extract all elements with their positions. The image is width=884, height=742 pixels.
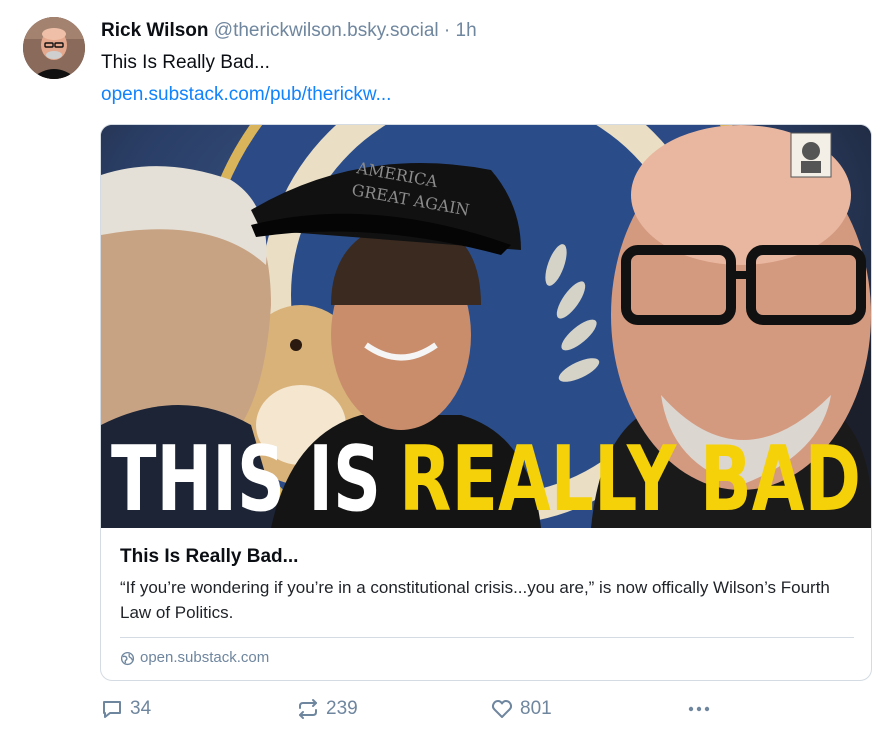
like-button[interactable]: 801: [490, 697, 552, 721]
like-count: 801: [520, 698, 552, 719]
post-link[interactable]: open.substack.com/pub/therickw...: [101, 82, 391, 108]
globe-icon: [120, 651, 135, 666]
card-description: “If you’re wondering if you’re in a cons…: [120, 578, 830, 622]
avatar[interactable]: [23, 17, 85, 79]
heart-icon: [490, 697, 514, 721]
repost-icon: [296, 697, 320, 721]
post: Rick Wilson @therickwilson.bsky.social ·…: [0, 0, 884, 742]
separator-dot: ·: [443, 20, 451, 41]
author-handle[interactable]: @therickwilson.bsky.social: [214, 20, 439, 41]
card-domain: open.substack.com: [120, 647, 269, 669]
thumbnail-headline-white: THIS IS: [111, 427, 381, 528]
author-name[interactable]: Rick Wilson: [101, 20, 209, 41]
reply-count: 34: [130, 698, 152, 719]
post-text: This Is Really Bad...: [101, 52, 270, 73]
card-title: This Is Really Bad...: [120, 546, 299, 567]
reply-button[interactable]: 34: [100, 697, 151, 721]
link-preview-card[interactable]: AMERICA GREAT AGAIN THIS IS REALLY BAD T…: [100, 124, 872, 681]
card-domain-text: open.substack.com: [140, 649, 270, 666]
reply-icon: [100, 697, 124, 721]
thumbnail-headline-yellow: REALLY BAD: [399, 427, 861, 528]
card-divider: [120, 637, 854, 638]
repost-button[interactable]: 239: [296, 697, 358, 721]
post-timestamp[interactable]: 1h: [456, 20, 477, 41]
repost-count: 239: [326, 698, 358, 719]
action-bar: 34 239 801: [100, 697, 740, 725]
more-icon: [686, 697, 712, 721]
post-header: Rick Wilson @therickwilson.bsky.social ·…: [101, 18, 477, 44]
more-options-button[interactable]: [686, 697, 712, 721]
preview-thumbnail: AMERICA GREAT AGAIN THIS IS REALLY BAD: [101, 125, 871, 528]
